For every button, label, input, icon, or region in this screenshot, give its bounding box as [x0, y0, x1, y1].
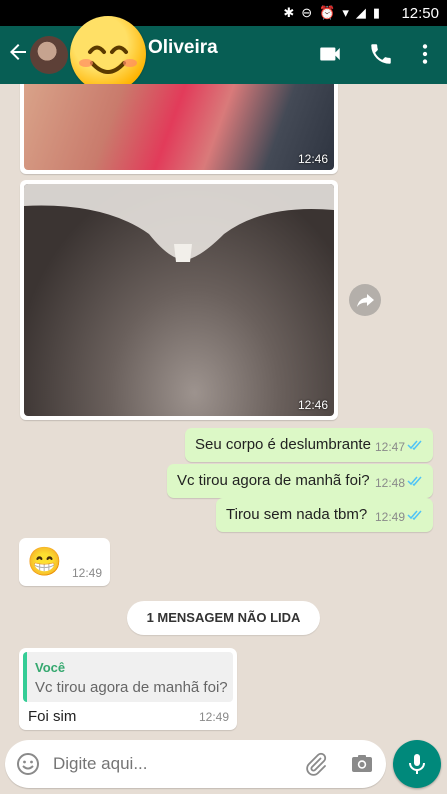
message-composer — [5, 740, 386, 788]
message-time: 12:49 — [374, 510, 405, 524]
microphone-icon — [409, 754, 425, 774]
message-photo[interactable] — [24, 84, 334, 170]
microphone-button[interactable] — [393, 740, 441, 788]
quoted-text: Vc tirou agora de manhã foi? — [35, 679, 228, 696]
quoted-author: Você — [35, 660, 66, 675]
message-time: 12:49 — [198, 710, 229, 724]
message-text: Foi sim — [28, 708, 77, 725]
status-bar: ✱⊖⏰▾◢▮ 12:50 — [0, 0, 447, 26]
forward-icon — [357, 294, 374, 307]
message-text: Tirou sem nada tbm? — [226, 506, 368, 523]
emoji-icon[interactable] — [16, 752, 40, 776]
message-text: Seu corpo é deslumbrante — [195, 436, 371, 453]
outgoing-message[interactable]: Vc tirou agora de manhã foi? 12:48 — [167, 464, 433, 498]
read-ticks-icon — [407, 510, 422, 521]
incoming-reply-message[interactable]: Você Vc tirou agora de manhã foi? Foi si… — [19, 648, 237, 730]
video-call-icon[interactable] — [317, 41, 343, 67]
message-time: 12:46 — [297, 152, 328, 166]
outgoing-message[interactable]: Tirou sem nada tbm? 12:49 — [216, 498, 433, 532]
chat-header: Oliveira — [0, 16, 447, 92]
message-text: Vc tirou agora de manhã foi? — [177, 472, 370, 489]
contact-name[interactable]: Oliveira — [148, 37, 218, 59]
more-options-icon[interactable] — [412, 41, 438, 67]
unread-divider: 1 MENSAGEM NÃO LIDA — [127, 601, 320, 635]
read-ticks-icon — [407, 440, 422, 451]
message-time: 12:49 — [71, 566, 102, 580]
camera-icon[interactable] — [350, 752, 374, 776]
message-input[interactable] — [51, 753, 275, 775]
message-list[interactable]: 12:46 12:46 Seu corpo é deslumbrante 12:… — [0, 84, 447, 734]
back-arrow-icon[interactable] — [6, 40, 30, 64]
paperclip-icon[interactable] — [304, 752, 328, 776]
quoted-message[interactable]: Você Vc tirou agora de manhã foi? — [23, 652, 233, 702]
message-time: 12:47 — [374, 440, 405, 454]
image-message[interactable]: 12:46 — [20, 180, 338, 420]
grinning-face-emoji: 😁 — [27, 546, 62, 577]
voice-call-icon[interactable] — [368, 41, 394, 67]
forward-button[interactable] — [349, 284, 381, 316]
smiling-face-icon — [70, 16, 146, 92]
read-ticks-icon — [407, 476, 422, 487]
incoming-message[interactable]: 😁 12:49 — [19, 538, 110, 586]
message-time: 12:46 — [297, 398, 328, 412]
message-time: 12:48 — [374, 476, 405, 490]
status-icons: ✱⊖⏰▾◢▮ — [283, 5, 387, 20]
outgoing-message[interactable]: Seu corpo é deslumbrante 12:47 — [185, 428, 433, 462]
contact-avatar[interactable] — [30, 36, 68, 74]
message-photo[interactable] — [24, 184, 334, 416]
status-time: 12:50 — [401, 5, 439, 22]
image-message[interactable]: 12:46 — [20, 84, 338, 174]
